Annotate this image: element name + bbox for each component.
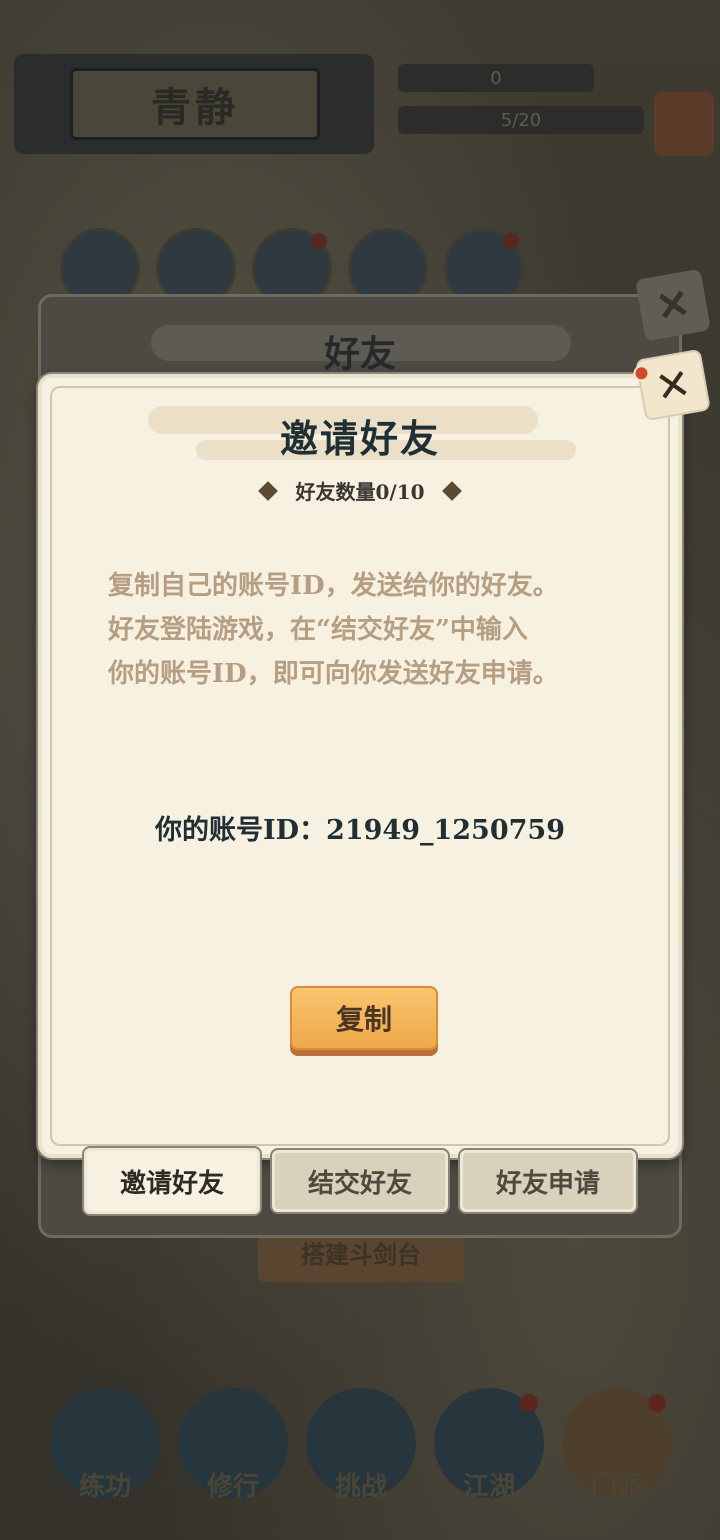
account-id-label: 你的账号ID： xyxy=(155,815,327,846)
close-button[interactable]: ✕ xyxy=(632,348,711,422)
invite-friend-dialog: 邀请好友 好友数量0/10 复制自己的账号ID，发送给你的好友。 好友登陆游戏，… xyxy=(38,374,682,1158)
tab-friend-requests[interactable]: 好友申请 xyxy=(460,1150,636,1212)
account-id-value: 21949_1250759 xyxy=(326,815,565,846)
invite-instructions: 复制自己的账号ID，发送给你的好友。 好友登陆游戏，在“结交好友”中输入 你的账… xyxy=(108,564,628,696)
friend-count-label: 好友数量0/10 xyxy=(295,480,425,504)
nav-cultivate-label: 修行 xyxy=(206,1472,259,1502)
bottom-nav: 练功 修行 挑战 江湖 门派 xyxy=(0,1380,720,1540)
player-name: 青静 xyxy=(151,84,239,131)
player-name-plate: 青静 xyxy=(14,54,374,154)
account-id-row: 你的账号ID：21949_1250759 xyxy=(42,808,678,847)
close-icon: ✕ xyxy=(651,357,695,413)
copy-button[interactable]: 复制 xyxy=(290,986,438,1050)
friends-tabs: 邀请好友 结交好友 好友申请 xyxy=(0,1144,720,1224)
nav-sect-label: 门派 xyxy=(590,1472,643,1502)
treasure-chest-icon xyxy=(654,92,714,156)
diamond-icon xyxy=(258,480,279,501)
friends-panel-title: 好友 xyxy=(323,333,396,375)
friend-count-row: 好友数量0/10 xyxy=(42,476,678,505)
nav-challenge-label: 挑战 xyxy=(334,1472,387,1502)
instruction-line: 你的账号ID，即可向你发送好友申请。 xyxy=(108,659,559,689)
dialog-title: 邀请好友 xyxy=(279,416,440,461)
friends-panel-close-icon: ✕ xyxy=(635,268,711,342)
diamond-icon xyxy=(441,480,462,501)
currency-bar: 0 xyxy=(398,64,594,92)
nav-jianghu-label: 江湖 xyxy=(462,1472,515,1502)
energy-bar: 5/20 xyxy=(398,106,644,134)
tab-invite-friends[interactable]: 邀请好友 xyxy=(84,1148,260,1214)
tab-make-friends[interactable]: 结交好友 xyxy=(272,1150,448,1212)
top-bar: 青静 0 5/20 xyxy=(0,40,720,160)
instruction-line: 好友登陆游戏，在“结交好友”中输入 xyxy=(108,615,528,645)
instruction-line: 复制自己的账号ID，发送给你的好友。 xyxy=(108,571,559,601)
nav-train-label: 练功 xyxy=(78,1472,131,1502)
